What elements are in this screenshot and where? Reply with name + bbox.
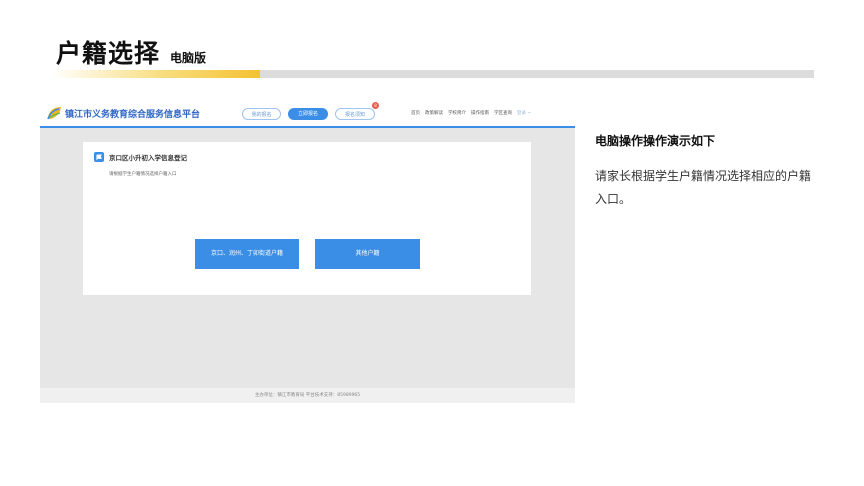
leaf-logo-icon [47,107,61,120]
embedded-screenshot: 镇江市义务教育综合服务信息平台 我的报名 立即报名 报名须知 8 首页 政策解读… [40,98,575,403]
page-title: 户籍选择 [56,39,161,68]
card-title: 京口区小升初入学信息登记 [109,154,187,162]
side-description: 请家长根据学生户籍情况选择相应的户籍入口。 [595,169,812,206]
my-registration-button[interactable]: 我的报名 [242,108,281,120]
top-menu: 首页 政策解读 学校简介 操作指南 学区查询 登录 ~ [411,110,536,116]
side-title: 电脑操作操作演示如下 [595,134,716,148]
page-subtitle: 电脑版 [170,51,207,65]
card-hint: 请根据学生户籍情况选择户籍入口 [109,172,177,177]
menu-schools[interactable]: 学校简介 [448,110,466,116]
other-household-button[interactable]: 其他户籍 [315,239,420,269]
registration-notice-button[interactable]: 报名须知 [335,108,375,120]
title-underline [52,70,814,78]
site-logo[interactable]: 镇江市义务教育综合服务信息平台 [46,105,200,121]
site-navbar: 镇江市义务教育综合服务信息平台 我的报名 立即报名 报名须知 8 首页 政策解读… [40,98,575,128]
notice-badge: 8 [372,102,379,109]
menu-guide[interactable]: 操作指南 [471,110,489,116]
menu-policy[interactable]: 政策解读 [425,110,443,116]
site-name: 镇江市义务教育综合服务信息平台 [65,109,201,120]
title-underline-accent [52,70,260,78]
card-header: 京口区小升初入学信息登记 [94,152,187,162]
registration-card: 京口区小升初入学信息登记 请根据学生户籍情况选择户籍入口 京口、润州、丁卯街道户… [83,142,531,295]
menu-district-query[interactable]: 学区查询 [494,110,512,116]
register-now-button[interactable]: 立即报名 [288,108,328,120]
site-footer: 主办单位：镇江市教育局 平台技术支持：85989965 [40,388,575,403]
local-household-button[interactable]: 京口、润州、丁卯街道户籍 [195,239,299,269]
menu-login[interactable]: 登录 ~ [517,110,531,116]
slide-title: 户籍选择 电脑版 [56,34,206,70]
flag-icon [94,152,104,162]
menu-home[interactable]: 首页 [411,110,420,116]
